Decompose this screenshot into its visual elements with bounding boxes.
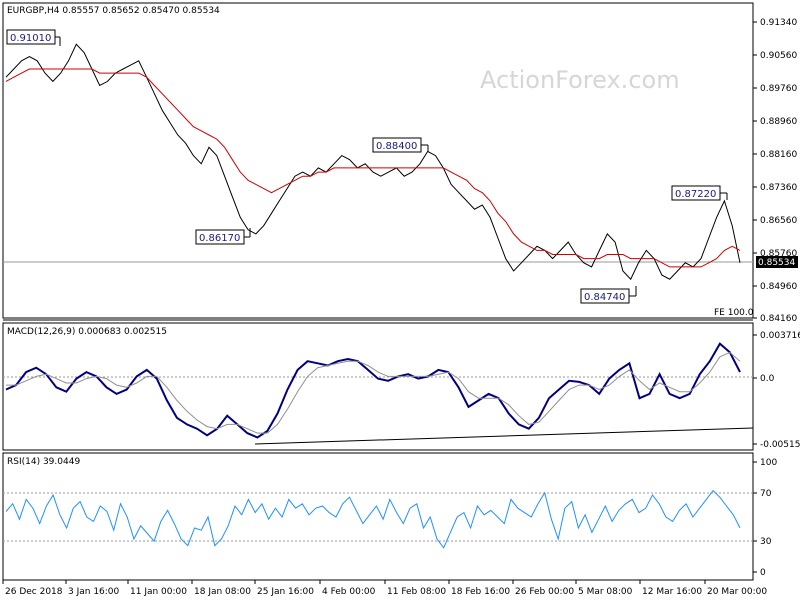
annotation-0-88400: 0.88400 [372, 137, 429, 153]
y-tick-label: 0.90560 [760, 51, 797, 61]
macd-trendline [254, 427, 754, 445]
x-tick-label: 18 Jan 08:00 [194, 587, 251, 597]
x-axis: 26 Dec 2018 3 Jan 16:00 11 Jan 00:00 18 Jan… [2, 580, 767, 597]
x-tick-label: 4 Feb 00:00 [322, 587, 376, 597]
rsi-title: RSI(14) 39.0449 [7, 457, 80, 467]
x-tick-label: 20 Mar 00:00 [707, 587, 767, 597]
x-tick-label: 25 Jan 16:00 [257, 587, 314, 597]
annotation-label: 0.87220 [675, 189, 716, 200]
annotation-0-91010: 0.91010 [6, 29, 61, 46]
watermark: ActionForex.com [480, 66, 680, 94]
y-tick-label: 0.89760 [760, 84, 797, 94]
macd-y-axis: 0.003716 0.0 -0.005152 [753, 331, 800, 450]
y-tick-label: 0.003716 [760, 331, 800, 341]
annotation-label: 0.84740 [584, 292, 625, 303]
y-tick-label: -0.005152 [760, 440, 800, 450]
main-y-axis: 0.91340 0.90560 0.89760 0.88960 0.88160 0.873… [753, 18, 797, 324]
rsi-y-axis: 100 70 30 0 [753, 458, 777, 578]
y-tick-label: 0.88160 [760, 150, 797, 160]
x-tick-label: 11 Jan 00:00 [130, 587, 187, 597]
main-panel-frame [2, 2, 754, 319]
rsi-panel-frame [2, 452, 754, 581]
annotation-0-86170: 0.86170 [195, 228, 251, 245]
series-rsi-line [5, 489, 741, 549]
y-tick-label: 0.84960 [760, 282, 797, 292]
y-tick-label: 0.87360 [760, 183, 797, 193]
y-tick-label: 0.86560 [760, 216, 797, 226]
macd-panel-frame [2, 322, 754, 451]
y-tick-label: 30 [760, 537, 772, 547]
y-tick-label: 100 [760, 458, 777, 468]
chart-canvas: ActionForex.com EURGBP,H4 0.85557 0.8565… [2, 2, 800, 597]
x-tick-label: 11 Feb 08:00 [387, 587, 446, 597]
fe-label: FE 100.0 [714, 308, 754, 318]
y-tick-label: 0.88960 [760, 117, 797, 127]
annotation-label: 0.91010 [10, 33, 51, 44]
series-ma-line [5, 68, 741, 268]
annotation-label: 0.86170 [199, 233, 240, 244]
y-tick-label: 0.0 [760, 374, 775, 384]
x-tick-label: 12 Mar 16:00 [642, 587, 702, 597]
x-tick-label: 18 Feb 16:00 [451, 587, 510, 597]
rsi-series [5, 489, 741, 549]
x-tick-label: 26 Feb 00:00 [515, 587, 574, 597]
macd-title: MACD(12,26,9) 0.000683 0.002515 [7, 327, 167, 337]
annotation-0-84740: 0.84740 [580, 286, 637, 304]
y-tick-label: 0 [760, 568, 766, 578]
series-macd-line [5, 342, 741, 439]
x-tick-label: 5 Mar 08:00 [578, 587, 633, 597]
annotation-0-87220: 0.87220 [671, 185, 728, 201]
x-tick-label: 26 Dec 2018 [5, 587, 63, 597]
main-title: EURGBP,H4 0.85557 0.85652 0.85470 0.8553… [7, 6, 220, 16]
x-tick-label: 3 Jan 16:00 [68, 587, 120, 597]
y-tick-label: 70 [760, 489, 772, 499]
macd-series [5, 342, 741, 439]
annotation-label: 0.88400 [376, 141, 417, 152]
y-tick-label: 0.84160 [760, 314, 797, 324]
y-tick-label: 0.91340 [760, 18, 797, 28]
current-price-label: 0.85534 [758, 258, 795, 268]
